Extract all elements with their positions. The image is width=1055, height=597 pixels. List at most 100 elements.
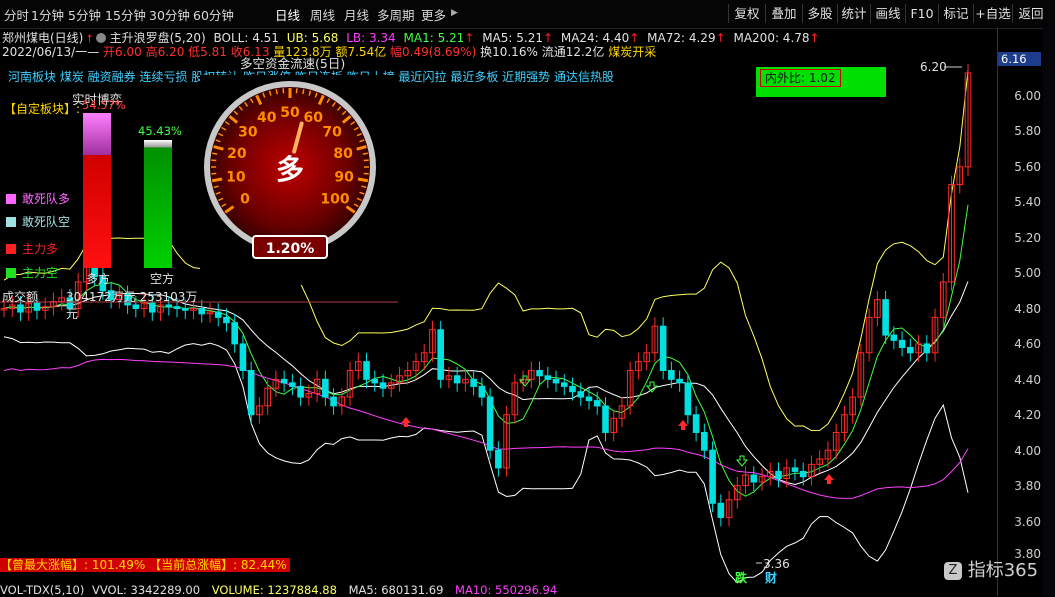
- legend-item: 主力多: [6, 240, 58, 257]
- candle-body: [248, 370, 254, 414]
- candle-body: [891, 335, 897, 340]
- gauge-scale-label: 10: [226, 170, 246, 186]
- vol-indicator-name[interactable]: VOL-TDX(5,10): [0, 583, 84, 597]
- legend-swatch: [6, 268, 16, 278]
- vvol-value: VVOL: 3342289.00: [92, 583, 200, 597]
- price-tick-label: 3.80: [999, 479, 1041, 493]
- candle-body: [924, 344, 930, 353]
- gauge-center-text: 多: [276, 153, 304, 186]
- gauge-tick: [212, 179, 222, 181]
- watermark-logo: Z 指标365: [944, 556, 1038, 582]
- candle-body: [290, 383, 296, 387]
- gauge-scale-label: 40: [257, 110, 277, 126]
- price-tick-label: 5.80: [999, 124, 1041, 138]
- price-tick-label: 4.40: [999, 373, 1041, 387]
- legend-swatch: [6, 244, 16, 254]
- period-tab-60min[interactable]: 60分钟: [193, 5, 234, 24]
- candle-body: [471, 379, 477, 386]
- price-tick-label: 5.60: [999, 160, 1041, 174]
- price-tick-label: 4.80: [999, 302, 1041, 316]
- period-tab-1min[interactable]: 1分钟: [31, 5, 64, 24]
- candle-body: [792, 468, 798, 472]
- candle-body: [281, 379, 287, 383]
- stats-button[interactable]: 统计: [837, 4, 870, 23]
- gauge-dial: 0102030405060708090100多1.20%: [200, 75, 398, 285]
- period-tab-5min[interactable]: 5分钟: [68, 5, 101, 24]
- candle-body: [669, 370, 675, 379]
- gauge-scale-label: 70: [322, 125, 342, 141]
- candle-body: [899, 340, 905, 347]
- candle-body: [18, 305, 24, 312]
- draw-line-button[interactable]: 画线: [870, 4, 905, 23]
- add-watchlist-button[interactable]: +自选: [973, 4, 1012, 23]
- turnover-amount-values: 304172万元 253103万元: [66, 288, 200, 322]
- candle-body: [776, 471, 782, 478]
- lower-band-line: [4, 337, 968, 583]
- period-tab-more[interactable]: 更多: [421, 5, 446, 24]
- more-arrow-icon[interactable]: ▶: [451, 8, 458, 18]
- candle-body: [710, 450, 716, 503]
- candle-body: [537, 370, 543, 375]
- gauge-scale-label: 30: [238, 125, 258, 141]
- f10-button[interactable]: F10: [905, 4, 938, 23]
- price-tick-label: 5.40: [999, 195, 1041, 209]
- candle-body: [603, 406, 609, 433]
- candle-body: [685, 383, 691, 415]
- period-tab-15min[interactable]: 15分钟: [105, 5, 146, 24]
- candle-body: [454, 376, 460, 383]
- candle-body: [215, 312, 221, 317]
- mark-button[interactable]: 标记: [938, 4, 973, 23]
- candle-body: [224, 317, 230, 322]
- candle-body: [570, 386, 576, 391]
- legend-item: 敢死队多: [6, 190, 70, 207]
- right-edge-strip[interactable]: [1043, 28, 1055, 596]
- candle-body: [751, 475, 757, 482]
- bear-label: 空方: [150, 270, 174, 287]
- period-tab-daily[interactable]: 日线: [275, 5, 300, 24]
- overlay-button[interactable]: 叠加: [765, 4, 802, 23]
- legend-item: 主力空: [6, 264, 58, 281]
- period-tab-weekly[interactable]: 周线: [310, 5, 335, 24]
- candle-body: [677, 379, 683, 383]
- gauge-value-text: 1.20%: [266, 241, 315, 257]
- buy-signal-arrow: [678, 420, 688, 430]
- price-tick-label: 5.20: [999, 231, 1041, 245]
- back-button[interactable]: 返回: [1012, 4, 1049, 23]
- gauge-scale-label: 80: [333, 146, 353, 162]
- fund-flow-gauge: 多空资金流速(5日) 0102030405060708090100多1.20%: [200, 75, 398, 285]
- candle-body: [438, 330, 444, 380]
- custom-block-label: 【自定板块】:: [4, 100, 80, 117]
- ma10-volume-value: MA10: 550296.94: [455, 583, 557, 597]
- candle-body: [800, 471, 806, 476]
- period-tab-monthly[interactable]: 月线: [344, 5, 369, 24]
- gauge-scale-label: 0: [240, 192, 250, 208]
- multi-stock-button[interactable]: 多股: [802, 4, 837, 23]
- legend-swatch: [6, 194, 16, 204]
- watermark-text: 指标365: [968, 560, 1038, 581]
- candle-body: [331, 397, 337, 406]
- period-tab-timeshare[interactable]: 分时: [4, 5, 29, 24]
- gauge-tick: [276, 89, 277, 94]
- bull-label: 多方: [86, 270, 110, 287]
- candle-body: [586, 397, 592, 401]
- inner-outer-ratio: 内外比: 1.02: [760, 69, 841, 87]
- ma5-volume-value: MA5: 680131.69: [349, 583, 444, 597]
- gauge-tick: [212, 153, 217, 154]
- candle-body: [364, 362, 370, 380]
- volume-value-bottom: VOLUME: 1237884.88: [212, 583, 337, 597]
- bull-percent: 54.57%: [82, 98, 126, 112]
- bear-percent: 45.43%: [138, 124, 182, 138]
- period-tab-multi[interactable]: 多周期: [377, 5, 415, 24]
- price-tick-label: 4.60: [999, 337, 1041, 351]
- candle-body: [298, 386, 304, 397]
- period-toolbar: 分时 1分钟 5分钟 15分钟 30分钟 60分钟 日线 周线 月线 多周期 更…: [0, 0, 1055, 29]
- adjust-button[interactable]: 复权: [728, 4, 765, 23]
- candle-body: [908, 347, 914, 352]
- period-tab-30min[interactable]: 30分钟: [149, 5, 190, 24]
- candle-body: [496, 450, 502, 468]
- logo-icon: Z: [944, 562, 962, 580]
- price-tick-label: 6.00: [999, 89, 1041, 103]
- gauge-tick: [358, 179, 368, 181]
- candle-body: [240, 344, 246, 371]
- gauge-scale-label: 50: [280, 105, 300, 121]
